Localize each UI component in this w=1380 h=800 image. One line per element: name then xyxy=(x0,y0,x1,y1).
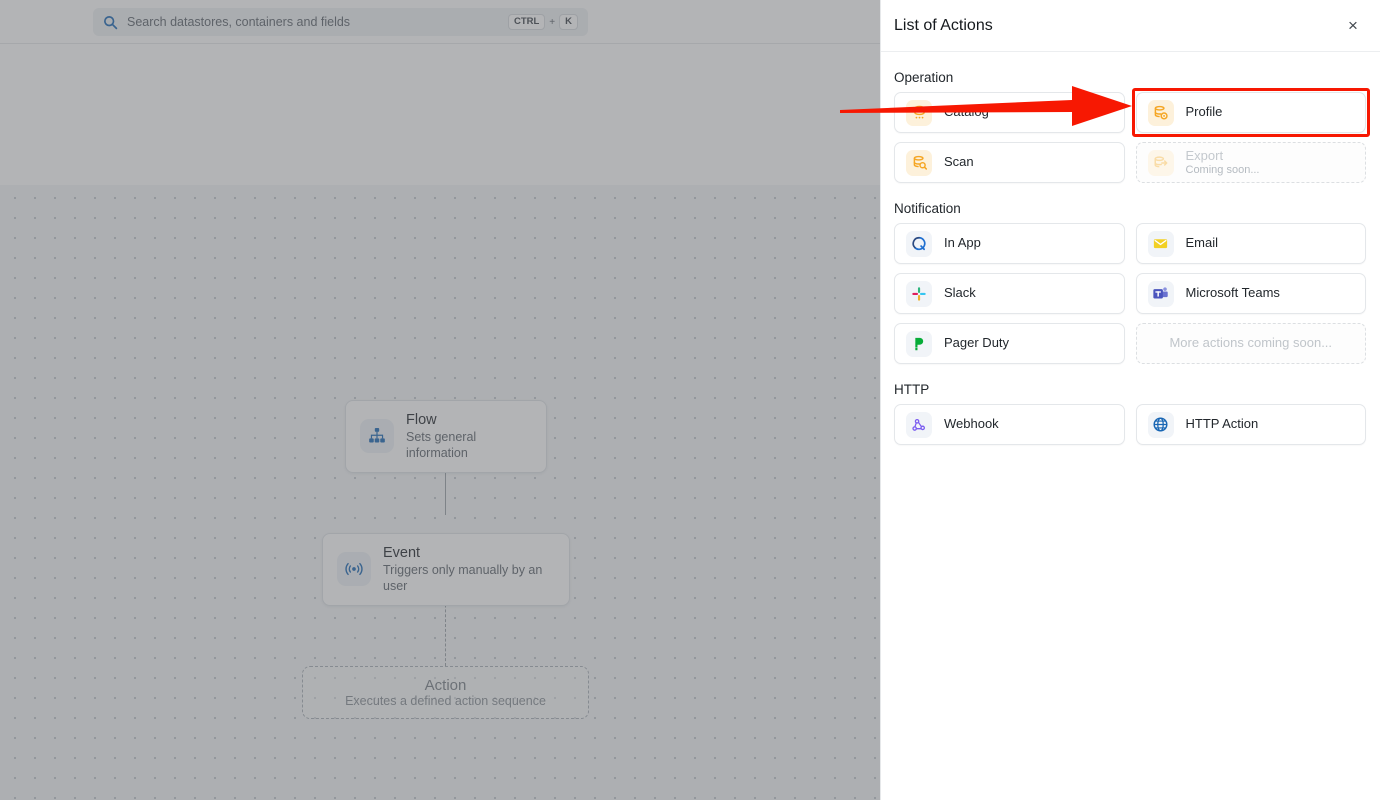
action-card-label: In App xyxy=(944,235,981,251)
action-card-label: Webhook xyxy=(944,416,999,432)
close-icon[interactable]: × xyxy=(1340,13,1366,39)
flow-node-text: Flow Sets general information xyxy=(406,411,532,462)
flow-node-event[interactable]: Event Triggers only manually by an user xyxy=(322,533,570,606)
section-title-operation: Operation xyxy=(894,70,954,85)
action-card-profile[interactable]: Profile xyxy=(1135,92,1366,133)
database-profile-icon xyxy=(1147,99,1174,126)
action-card-catalog[interactable]: Catalog xyxy=(894,92,1125,133)
database-scan-icon xyxy=(906,149,932,176)
action-card-label: Export xyxy=(1185,147,1224,163)
action-card-pager-duty[interactable]: Pager Duty xyxy=(894,323,1125,364)
action-card-webhook[interactable]: Webhook xyxy=(894,404,1125,445)
slack-icon xyxy=(906,280,932,307)
search-icon xyxy=(103,15,118,30)
event-node-title: Event xyxy=(383,545,421,561)
action-card-http-action[interactable]: HTTP Action xyxy=(1135,404,1366,445)
in-app-icon xyxy=(906,230,932,257)
email-icon xyxy=(1147,230,1174,257)
app-background: Search datastores, containers and fields… xyxy=(0,0,880,800)
shortcut-ctrl: CTRL xyxy=(507,14,546,30)
action-card-label: Pager Duty xyxy=(944,335,1010,351)
action-card-label: Profile xyxy=(1185,104,1223,120)
action-card-export: Export Coming soon... xyxy=(1135,142,1366,183)
search-input[interactable]: Search datastores, containers and fields… xyxy=(93,8,588,36)
event-node-subtitle: Triggers only manually by an user xyxy=(383,563,543,594)
flow-node-action-placeholder[interactable]: Action Executes a defined action sequenc… xyxy=(302,666,589,719)
pagerduty-icon xyxy=(906,330,932,357)
actions-panel: List of Actions × Operation Catalog Prof… xyxy=(880,0,1380,800)
microsoft-teams-icon xyxy=(1147,280,1174,307)
action-card-label: Scan xyxy=(944,154,974,170)
action-card-label: Email xyxy=(1185,235,1219,251)
action-card-label: Slack xyxy=(944,285,976,301)
http-grid: Webhook HTTP Action xyxy=(894,404,1366,445)
action-card-label: Microsoft Teams xyxy=(1185,285,1280,301)
panel-header: List of Actions × xyxy=(881,0,1380,52)
top-bar: Search datastores, containers and fields… xyxy=(0,0,880,44)
action-card-slack[interactable]: Slack xyxy=(894,273,1125,314)
hierarchy-icon xyxy=(360,419,394,454)
action-node-title: Action xyxy=(424,677,467,694)
content-band xyxy=(0,44,880,185)
action-card-more-coming-soon: More actions coming soon... xyxy=(1135,323,1366,364)
webhook-icon xyxy=(906,411,932,438)
action-card-microsoft-teams[interactable]: Microsoft Teams xyxy=(1135,273,1366,314)
action-card-profile-wrapper: Profile xyxy=(1131,88,1370,137)
database-catalog-icon xyxy=(906,99,932,126)
shortcut-plus: + xyxy=(549,16,556,28)
search-placeholder: Search datastores, containers and fields xyxy=(127,15,351,29)
action-node-subtitle: Executes a defined action sequence xyxy=(345,694,546,708)
notification-grid: In App Email Slack Microsoft Teams Pager… xyxy=(894,223,1366,364)
event-node-text: Event Triggers only manually by an user xyxy=(383,544,555,595)
action-card-email[interactable]: Email xyxy=(1135,223,1366,264)
action-card-label: HTTP Action xyxy=(1185,416,1259,432)
action-card-label: More actions coming soon... xyxy=(1169,335,1333,351)
section-title-http: HTTP xyxy=(894,382,930,397)
database-export-icon xyxy=(1147,149,1174,176)
export-card-text: Export Coming soon... xyxy=(1186,148,1260,178)
flow-node-subtitle: Sets general information xyxy=(406,430,477,461)
flow-node-flow[interactable]: Flow Sets general information xyxy=(345,400,547,473)
section-title-notification: Notification xyxy=(894,201,961,216)
operation-grid: Catalog Profile Scan Export Coming soon.… xyxy=(894,88,1370,183)
action-card-scan[interactable]: Scan xyxy=(894,142,1125,183)
action-card-label: Catalog xyxy=(944,104,989,120)
panel-body: Operation Catalog Profile Scan Export Co… xyxy=(881,52,1380,445)
globe-icon xyxy=(1147,411,1174,438)
broadcast-icon xyxy=(337,552,371,587)
action-card-sublabel: Coming soon... xyxy=(1185,163,1260,176)
screen: Search datastores, containers and fields… xyxy=(0,0,1380,800)
shortcut-k: K xyxy=(559,14,578,30)
panel-title: List of Actions xyxy=(894,16,993,34)
flow-node-title: Flow xyxy=(406,412,437,428)
action-card-in-app[interactable]: In App xyxy=(894,223,1125,264)
